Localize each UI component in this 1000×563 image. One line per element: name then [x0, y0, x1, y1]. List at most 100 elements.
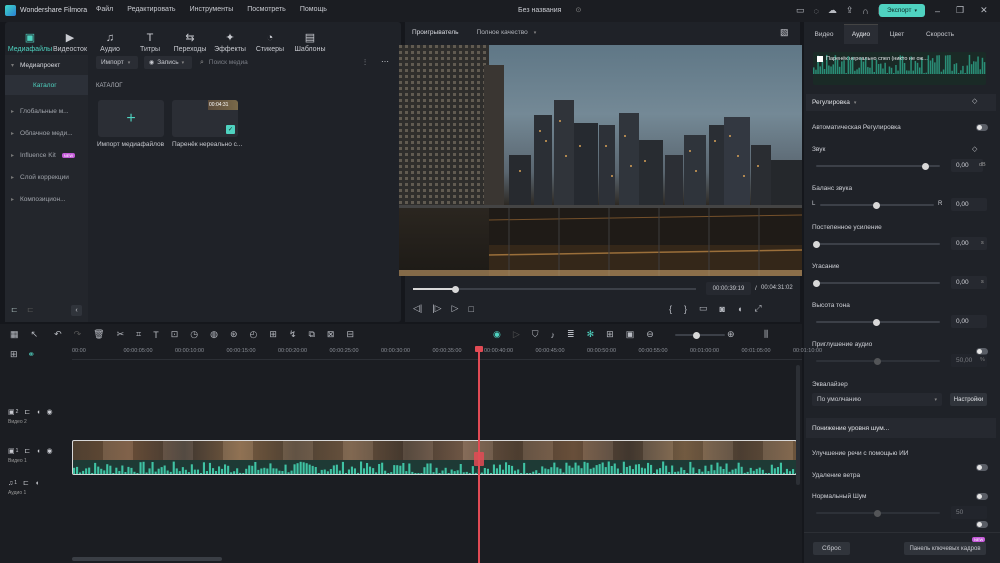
import-dropdown[interactable]: Импорт ▾ [96, 56, 138, 69]
collapse-icon[interactable]: ‹ [71, 305, 82, 316]
timeline-clip[interactable] [72, 440, 797, 475]
fade-out-slider[interactable] [813, 279, 940, 287]
tab-stock-video[interactable]: ▶ Видеосток [50, 25, 90, 54]
folder-icon[interactable]: ⊏ [23, 479, 29, 487]
more-icon[interactable]: ⋯ [381, 57, 389, 66]
headset-icon[interactable]: ∩ [862, 6, 868, 16]
menu-edit[interactable]: Редактировать [127, 6, 175, 13]
tab-speed[interactable]: Скорость [916, 24, 964, 44]
more-tools-icon[interactable]: ⊟ [346, 329, 354, 340]
eye-icon[interactable]: ◉ [47, 408, 53, 416]
add-track-icon[interactable]: ⊞ [10, 349, 18, 360]
mark-in-icon[interactable]: { [669, 304, 672, 314]
export-button[interactable]: Экспорт ▾ [879, 4, 925, 17]
ducking-slider[interactable] [816, 357, 940, 365]
color-icon[interactable]: ◍ [210, 329, 218, 340]
screen-icon[interactable]: ▭ [796, 5, 805, 16]
play-icon[interactable]: ▷ [452, 303, 459, 314]
microphone-icon[interactable]: ♪ [551, 330, 556, 340]
close-icon[interactable]: ✕ [980, 5, 988, 16]
noise-section-header[interactable]: Понижение уровня шум... [806, 418, 996, 438]
transform-icon[interactable]: ⊡ [171, 329, 179, 340]
tab-color[interactable]: Цвет [878, 24, 916, 44]
tab-titles[interactable]: T Титры [130, 25, 170, 54]
mute-icon[interactable]: ◖ [36, 409, 40, 416]
pitch-slider[interactable] [816, 318, 940, 326]
timeline-layout-icon[interactable]: ⫼ [764, 329, 768, 340]
media-clip-thumbnail[interactable]: 00:04:31 ✓ [172, 100, 238, 137]
snapshot-icon[interactable]: ▧ [780, 27, 789, 38]
text-icon[interactable]: T [153, 330, 159, 340]
nav-influence-kit[interactable]: ▸ Influence Kit NEW [5, 145, 88, 165]
shield-icon[interactable]: ⛉ [532, 329, 539, 340]
balance-value-field[interactable]: 0,00 [951, 198, 987, 211]
lightbulb-icon[interactable]: ◌ [814, 6, 819, 16]
cloud-icon[interactable]: ☁ [828, 5, 837, 16]
folder-icon[interactable]: ⊏ [24, 447, 30, 455]
nav-compound[interactable]: ▸ Композицион... [5, 189, 88, 209]
equalizer-settings-button[interactable]: Настройки [950, 393, 987, 406]
keyframe-panel-button[interactable]: Панель ключевых кадров [904, 542, 986, 555]
folder-icon[interactable]: ⊏ [27, 305, 34, 314]
fit-icon[interactable]: ⊞ [269, 329, 277, 340]
monitor-icon[interactable]: ▭ [699, 303, 708, 314]
balance-slider[interactable] [820, 201, 934, 209]
tab-video[interactable]: Видео [804, 24, 844, 44]
motion-icon[interactable]: ↯ [289, 329, 297, 340]
wind-removal-toggle[interactable] [976, 493, 988, 500]
play-reverse-icon[interactable]: |▷ [432, 303, 441, 314]
speed-icon[interactable]: ◷ [190, 329, 198, 340]
prev-frame-icon[interactable]: ◁| [413, 303, 422, 314]
tab-effects[interactable]: ✦ Эффекты [210, 25, 250, 54]
zoom-slider[interactable] [675, 331, 725, 339]
eye-icon[interactable]: ◉ [47, 447, 53, 455]
mark-out-icon[interactable]: } [684, 304, 687, 314]
pitch-value-field[interactable]: 0,00 [951, 315, 987, 328]
reset-button[interactable]: Сброс [813, 542, 850, 555]
auto-adjust-toggle[interactable] [976, 124, 988, 131]
tab-audio[interactable]: ♫ Аудио [90, 25, 130, 54]
fullscreen-icon[interactable]: ⤢ [754, 303, 761, 314]
timeline-vscrollbar[interactable] [796, 365, 800, 485]
layout-icon[interactable]: ▦ [10, 329, 19, 340]
quality-dropdown[interactable]: Полное качество ▾ [477, 29, 537, 36]
new-folder-icon[interactable]: ⊏ [11, 305, 18, 314]
chroma-icon[interactable]: ⧉ [308, 329, 314, 340]
delete-icon[interactable]: 🗑 [93, 329, 104, 340]
noise-slider[interactable] [816, 509, 940, 517]
timeline-ruler[interactable]: 00:00 00:00:05:00 00:00:10:00 00:00:15:00 00… [72, 346, 822, 360]
render-icon[interactable]: ◉ [493, 329, 501, 340]
project-menu-icon[interactable]: ⊙ [575, 6, 581, 14]
zoom-out-icon[interactable]: ⊖ [646, 329, 654, 340]
select-tool-icon[interactable]: ↖ [31, 329, 39, 340]
ai-speech-toggle[interactable] [976, 464, 988, 471]
playhead-handle[interactable] [475, 346, 483, 352]
snapshot-icon[interactable]: ▣ [626, 329, 635, 340]
ai-icon[interactable]: ✻ [587, 329, 595, 340]
undo-icon[interactable]: ↶ [54, 329, 62, 340]
audio-mix-icon[interactable]: ⊠ [327, 329, 335, 340]
stop-icon[interactable]: □ [468, 304, 473, 314]
folder-icon[interactable]: ⊏ [24, 408, 30, 416]
menu-file[interactable]: Файл [96, 6, 113, 13]
crop-icon[interactable]: ⌗ [136, 329, 141, 340]
keyframe-diamond-icon[interactable]: ◇ [972, 145, 977, 153]
nav-adjustment-layer[interactable]: ▸ Слой коррекции [5, 167, 88, 187]
import-media-tile[interactable]: + [98, 100, 164, 137]
nav-project-media[interactable]: ▾ Медиапроект [5, 55, 88, 75]
nav-catalog[interactable]: Каталог [5, 75, 88, 95]
camera-icon[interactable]: ◙ [720, 304, 725, 314]
fade-in-slider[interactable] [813, 240, 940, 248]
minimize-icon[interactable]: – [935, 6, 940, 16]
record-dropdown[interactable]: ◉ Запись ▾ [144, 56, 192, 69]
split-icon[interactable]: ✂ [117, 329, 125, 340]
zoom-in-icon[interactable]: ⊕ [727, 329, 735, 340]
timeline-scrollbar[interactable] [72, 557, 222, 561]
replace-icon[interactable]: ⊞ [606, 329, 614, 340]
tab-audio[interactable]: Аудио [844, 24, 878, 44]
nav-global-media[interactable]: ▸ Глобальные м... [5, 101, 88, 121]
timer-icon[interactable]: ◴ [250, 329, 258, 340]
menu-view[interactable]: Посмотреть [247, 6, 286, 13]
upload-icon[interactable]: ⇪ [846, 5, 854, 16]
adjust-section-header[interactable]: Регулировка ▾ [806, 94, 996, 111]
